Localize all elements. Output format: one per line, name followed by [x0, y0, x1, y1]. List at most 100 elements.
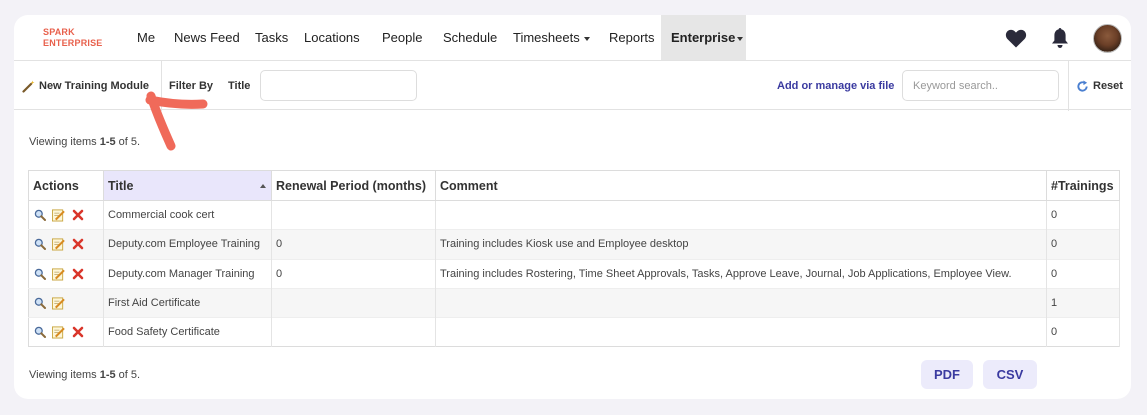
nav-item-tasks[interactable]: Tasks [255, 15, 288, 60]
brand-line-2: ENTERPRISE [43, 38, 103, 48]
viewing-suffix: . [137, 369, 141, 381]
table-row: Deputy.com Manager Training 0 Training inc… [28, 258, 1120, 289]
viewing-prefix: Viewing items [29, 136, 100, 148]
add-or-manage-via-file-link[interactable]: Add or manage via file [777, 61, 894, 111]
cell-trainings: 1 [1046, 287, 1120, 318]
row-actions [28, 317, 104, 347]
column-header-title[interactable]: Title [103, 170, 272, 201]
cell-renewal-period [271, 287, 436, 318]
table-row: First Aid Certificate 1 [28, 287, 1120, 318]
row-actions [28, 229, 104, 260]
title-filter-label: Title [228, 80, 251, 92]
cell-comment: Training includes Rostering, Time Sheet … [435, 258, 1047, 289]
cell-title: Deputy.com Employee Training [103, 229, 272, 260]
cell-title: Deputy.com Manager Training [103, 258, 272, 289]
toolbar-divider [1068, 61, 1069, 111]
cell-comment [435, 200, 1047, 230]
delete-icon[interactable] [71, 238, 84, 251]
cell-renewal-period: 0 [271, 229, 436, 260]
nav-item-me[interactable]: Me [137, 15, 155, 60]
nav-item-enterprise[interactable]: Enterprise [661, 15, 746, 60]
nav-item-timesheets-label: Timesheets [513, 30, 580, 45]
top-nav: SPARK ENTERPRISE Me News Feed Tasks Loca… [14, 15, 1131, 60]
column-header-comment[interactable]: Comment [435, 170, 1047, 201]
edit-icon[interactable] [52, 238, 65, 251]
column-header-actions: Actions [28, 170, 104, 201]
viewing-range: 1-5 [99, 136, 116, 148]
view-icon[interactable] [33, 267, 46, 280]
table-body: Commercial cook cert 0 Deputy.com Employee… [28, 200, 1120, 347]
nav-item-people[interactable]: People [382, 15, 422, 60]
edit-icon[interactable] [52, 209, 65, 222]
viewing-suffix: . [137, 136, 141, 148]
cell-title: Food Safety Certificate [103, 317, 272, 347]
title-filter-input[interactable] [260, 70, 417, 101]
viewing-items-summary: Viewing items 1-5 of 5. [29, 136, 140, 148]
delete-icon[interactable] [71, 326, 84, 339]
nav-item-news-feed[interactable]: News Feed [174, 15, 240, 60]
new-training-module-label: New Training Module [39, 80, 150, 92]
viewing-of: of [115, 136, 131, 148]
chevron-down-icon [583, 36, 590, 41]
toolbar: New Training Module Filter By Title Add … [14, 60, 1131, 111]
viewing-range: 1-5 [99, 369, 116, 381]
viewing-items-summary-bottom: Viewing items 1-5 of 5. [29, 369, 140, 381]
cell-renewal-period: 0 [271, 258, 436, 289]
cell-trainings: 0 [1046, 229, 1120, 260]
nav-item-timesheets[interactable]: Timesheets [513, 15, 590, 60]
cell-comment: Training includes Kiosk use and Employee… [435, 229, 1047, 260]
cell-renewal-period [271, 317, 436, 347]
app-card: SPARK ENTERPRISE Me News Feed Tasks Loca… [14, 15, 1131, 399]
view-icon[interactable] [33, 326, 46, 339]
view-icon[interactable] [33, 209, 46, 222]
row-actions [28, 258, 104, 289]
brand-line-1: SPARK [43, 27, 75, 37]
edit-icon[interactable] [52, 267, 65, 281]
filter-by-label: Filter By [169, 80, 214, 92]
magic-wand-icon [22, 80, 35, 93]
viewing-prefix: Viewing items [29, 369, 100, 381]
view-icon[interactable] [33, 238, 46, 251]
export-csv-button[interactable]: CSV [983, 360, 1037, 389]
column-header-trainings[interactable]: #Trainings [1046, 170, 1120, 201]
new-training-module-button[interactable]: New Training Module [22, 61, 149, 111]
training-modules-table: Actions Title Renewal Period (months) Co… [28, 170, 1120, 348]
delete-icon[interactable] [71, 209, 84, 222]
cell-title: First Aid Certificate [103, 287, 272, 318]
table-row: Commercial cook cert 0 [28, 200, 1120, 230]
avatar[interactable] [1093, 24, 1122, 53]
cell-renewal-period [271, 200, 436, 230]
table-row: Food Safety Certificate 0 [28, 317, 1120, 347]
column-header-title-label: Title [108, 178, 134, 193]
table-row: Deputy.com Employee Training 0 Training in… [28, 229, 1120, 260]
cell-title: Commercial cook cert [103, 200, 272, 230]
nav-item-reports[interactable]: Reports [609, 15, 655, 60]
reset-button[interactable]: Reset [1076, 61, 1123, 111]
viewing-of: of [115, 369, 131, 381]
edit-icon[interactable] [52, 297, 65, 310]
keyword-search-input[interactable] [902, 70, 1059, 101]
chevron-down-icon [737, 36, 744, 41]
nav-item-schedule[interactable]: Schedule [443, 15, 497, 60]
bell-icon[interactable] [1047, 25, 1073, 51]
sort-ascending-icon [260, 184, 266, 188]
cell-comment [435, 317, 1047, 347]
brand-logo[interactable]: SPARK ENTERPRISE [43, 27, 103, 49]
cell-trainings: 0 [1046, 258, 1120, 289]
cell-comment [435, 287, 1047, 318]
nav-item-enterprise-label: Enterprise [671, 30, 736, 45]
row-actions [28, 200, 104, 230]
delete-icon[interactable] [71, 267, 84, 280]
heart-icon[interactable] [1003, 25, 1029, 51]
edit-icon[interactable] [52, 326, 65, 339]
toolbar-divider [161, 61, 162, 111]
export-pdf-button[interactable]: PDF [921, 360, 973, 389]
view-icon[interactable] [33, 297, 46, 310]
reset-label: Reset [1093, 80, 1123, 92]
nav-item-locations[interactable]: Locations [304, 15, 360, 60]
refresh-icon [1077, 80, 1088, 92]
cell-trainings: 0 [1046, 200, 1120, 230]
column-header-renewal-period[interactable]: Renewal Period (months) [271, 170, 436, 201]
cell-trainings: 0 [1046, 317, 1120, 347]
row-actions [28, 287, 104, 318]
